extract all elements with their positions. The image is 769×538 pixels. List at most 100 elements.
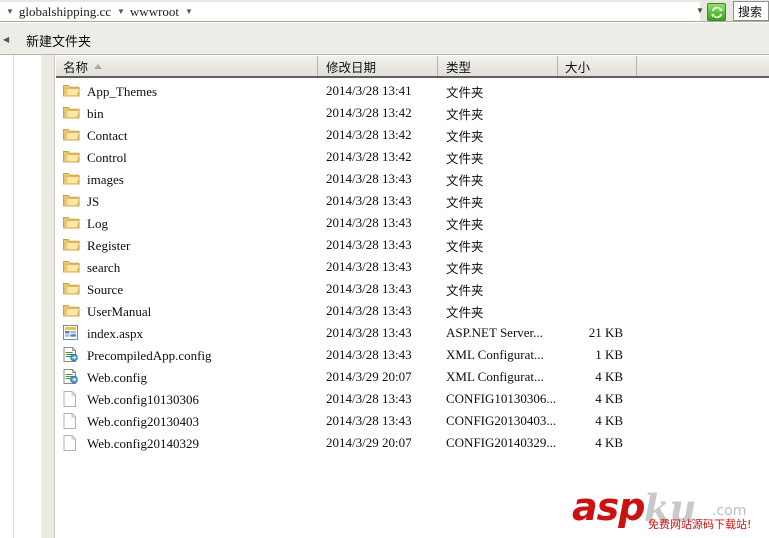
- blank-file-icon: [63, 413, 83, 429]
- file-type-cell: 文件夹: [446, 150, 484, 166]
- column-header-size[interactable]: 大小: [558, 56, 637, 76]
- file-name-label: PrecompiledApp.config: [87, 347, 212, 363]
- table-row[interactable]: PrecompiledApp.config 2014/3/28 13:43 XML …: [56, 344, 769, 366]
- file-date-cell: 2014/3/29 20:07: [326, 369, 412, 384]
- file-date-cell: 2014/3/28 13:41: [326, 83, 412, 98]
- file-date-cell: 2014/3/28 13:43: [326, 193, 412, 208]
- file-size-cell: [558, 190, 637, 212]
- breadcrumb-segment-0[interactable]: globalshipping.cc: [19, 4, 111, 20]
- toolbar-overflow-icon[interactable]: ◀: [3, 35, 9, 44]
- file-size-cell: [558, 256, 637, 278]
- folder-icon: [63, 303, 83, 319]
- file-type-cell: 文件夹: [446, 216, 484, 232]
- breadcrumb[interactable]: ▼ globalshipping.cc ▼ wwwroot ▼: [0, 2, 700, 21]
- file-name-cell[interactable]: Register: [56, 234, 318, 256]
- column-header-date-label: 修改日期: [326, 60, 377, 75]
- file-name-label: Log: [87, 215, 108, 231]
- table-row[interactable]: Web.config20130403 2014/3/28 13:43 CONFIG2…: [56, 410, 769, 432]
- file-name-cell[interactable]: images: [56, 168, 318, 190]
- address-bar: ▼ globalshipping.cc ▼ wwwroot ▼ ▼ 搜索: [0, 0, 769, 22]
- column-header-date-modified[interactable]: 修改日期: [318, 56, 438, 76]
- file-size-cell: [558, 168, 637, 190]
- table-row[interactable]: index.aspx 2014/3/28 13:43 ASP.NET Server.…: [56, 322, 769, 344]
- file-name-cell[interactable]: bin: [56, 102, 318, 124]
- file-date-cell: 2014/3/28 13:42: [326, 149, 412, 164]
- table-row[interactable]: Web.config20140329 2014/3/29 20:07 CONFIG2…: [56, 432, 769, 454]
- folder-icon: [63, 149, 83, 165]
- table-row[interactable]: Source 2014/3/28 13:43 文件夹: [56, 278, 769, 300]
- table-row[interactable]: Web.config10130306 2014/3/28 13:43 CONFIG1…: [56, 388, 769, 410]
- table-row[interactable]: Log 2014/3/28 13:43 文件夹: [56, 212, 769, 234]
- navigation-pane: [0, 55, 14, 538]
- watermark-tagline: 免费网站源码下载站!: [648, 518, 752, 531]
- table-row[interactable]: search 2014/3/28 13:43 文件夹: [56, 256, 769, 278]
- refresh-icon[interactable]: [707, 3, 726, 21]
- file-name-cell[interactable]: App_Themes: [56, 80, 318, 102]
- blank-file-icon: [63, 391, 83, 407]
- file-name-label: index.aspx: [87, 325, 143, 341]
- file-date-cell: 2014/3/28 13:42: [326, 127, 412, 142]
- search-placeholder: 搜索: [738, 4, 763, 19]
- blank-file-icon: [63, 435, 83, 451]
- folder-icon: [63, 171, 83, 187]
- file-name-cell[interactable]: JS: [56, 190, 318, 212]
- file-size-cell: 4 KB: [595, 369, 623, 384]
- file-name-cell[interactable]: PrecompiledApp.config: [56, 344, 318, 366]
- column-header-extra[interactable]: [637, 56, 769, 76]
- file-name-cell[interactable]: index.aspx: [56, 322, 318, 344]
- file-name-label: Register: [87, 237, 131, 253]
- new-folder-button[interactable]: 新建文件夹: [20, 29, 97, 52]
- file-date-cell: 2014/3/28 13:43: [326, 347, 412, 362]
- folder-icon: [63, 259, 83, 275]
- folder-icon: [63, 281, 83, 297]
- file-name-cell[interactable]: Web.config20140329: [56, 432, 318, 454]
- file-name-cell[interactable]: Web.config10130306: [56, 388, 318, 410]
- chevron-right-icon-2[interactable]: ▼: [179, 7, 198, 16]
- xml-config-file-icon: [63, 347, 83, 363]
- breadcrumb-segment-1[interactable]: wwwroot: [130, 4, 179, 20]
- table-row[interactable]: bin 2014/3/28 13:42 文件夹: [56, 102, 769, 124]
- xml-config-file-icon: [63, 369, 83, 385]
- table-row[interactable]: images 2014/3/28 13:43 文件夹: [56, 168, 769, 190]
- file-size-cell: 4 KB: [595, 413, 623, 428]
- table-row[interactable]: Contact 2014/3/28 13:42 文件夹: [56, 124, 769, 146]
- aspx-file-icon: [63, 325, 83, 341]
- file-name-cell[interactable]: UserManual: [56, 300, 318, 322]
- pane-splitter[interactable]: [41, 55, 55, 538]
- file-name-cell[interactable]: Contact: [56, 124, 318, 146]
- file-date-cell: 2014/3/28 13:43: [326, 281, 412, 296]
- file-type-cell: ASP.NET Server...: [446, 325, 543, 340]
- folder-icon: [63, 215, 83, 231]
- file-name-cell[interactable]: Web.config20130403: [56, 410, 318, 432]
- file-type-cell: 文件夹: [446, 194, 484, 210]
- file-name-cell[interactable]: Source: [56, 278, 318, 300]
- chevron-right-icon-1[interactable]: ▼: [111, 7, 130, 16]
- file-size-cell: [558, 146, 637, 168]
- chevron-right-icon-0: ▼: [6, 6, 14, 16]
- search-input[interactable]: 搜索: [733, 1, 769, 21]
- table-row[interactable]: Control 2014/3/28 13:42 文件夹: [56, 146, 769, 168]
- file-name-cell[interactable]: Log: [56, 212, 318, 234]
- file-name-cell[interactable]: Web.config: [56, 366, 318, 388]
- file-name-cell[interactable]: Control: [56, 146, 318, 168]
- file-size-cell: [558, 102, 637, 124]
- watermark-logo: asp ku .com 免费网站源码下载站!: [572, 487, 762, 533]
- folder-icon: [63, 105, 83, 121]
- file-name-cell[interactable]: search: [56, 256, 318, 278]
- column-header-type[interactable]: 类型: [438, 56, 558, 76]
- file-type-cell: 文件夹: [446, 282, 484, 298]
- column-header-row: 名称 修改日期 类型 大小: [56, 56, 769, 78]
- file-type-cell: 文件夹: [446, 260, 484, 276]
- column-header-type-label: 类型: [446, 60, 472, 75]
- file-type-cell: CONFIG20130403...: [446, 413, 557, 428]
- column-header-name[interactable]: 名称: [56, 56, 318, 76]
- table-row[interactable]: Web.config 2014/3/29 20:07 XML Configurat.…: [56, 366, 769, 388]
- table-row[interactable]: JS 2014/3/28 13:43 文件夹: [56, 190, 769, 212]
- file-name-label: search: [87, 259, 121, 275]
- file-date-cell: 2014/3/28 13:42: [326, 105, 412, 120]
- table-row[interactable]: Register 2014/3/28 13:43 文件夹: [56, 234, 769, 256]
- file-name-label: bin: [87, 105, 104, 121]
- table-row[interactable]: UserManual 2014/3/28 13:43 文件夹: [56, 300, 769, 322]
- table-row[interactable]: App_Themes 2014/3/28 13:41 文件夹: [56, 80, 769, 102]
- file-rows: App_Themes 2014/3/28 13:41 文件夹 bin 2014/3/28…: [56, 80, 769, 454]
